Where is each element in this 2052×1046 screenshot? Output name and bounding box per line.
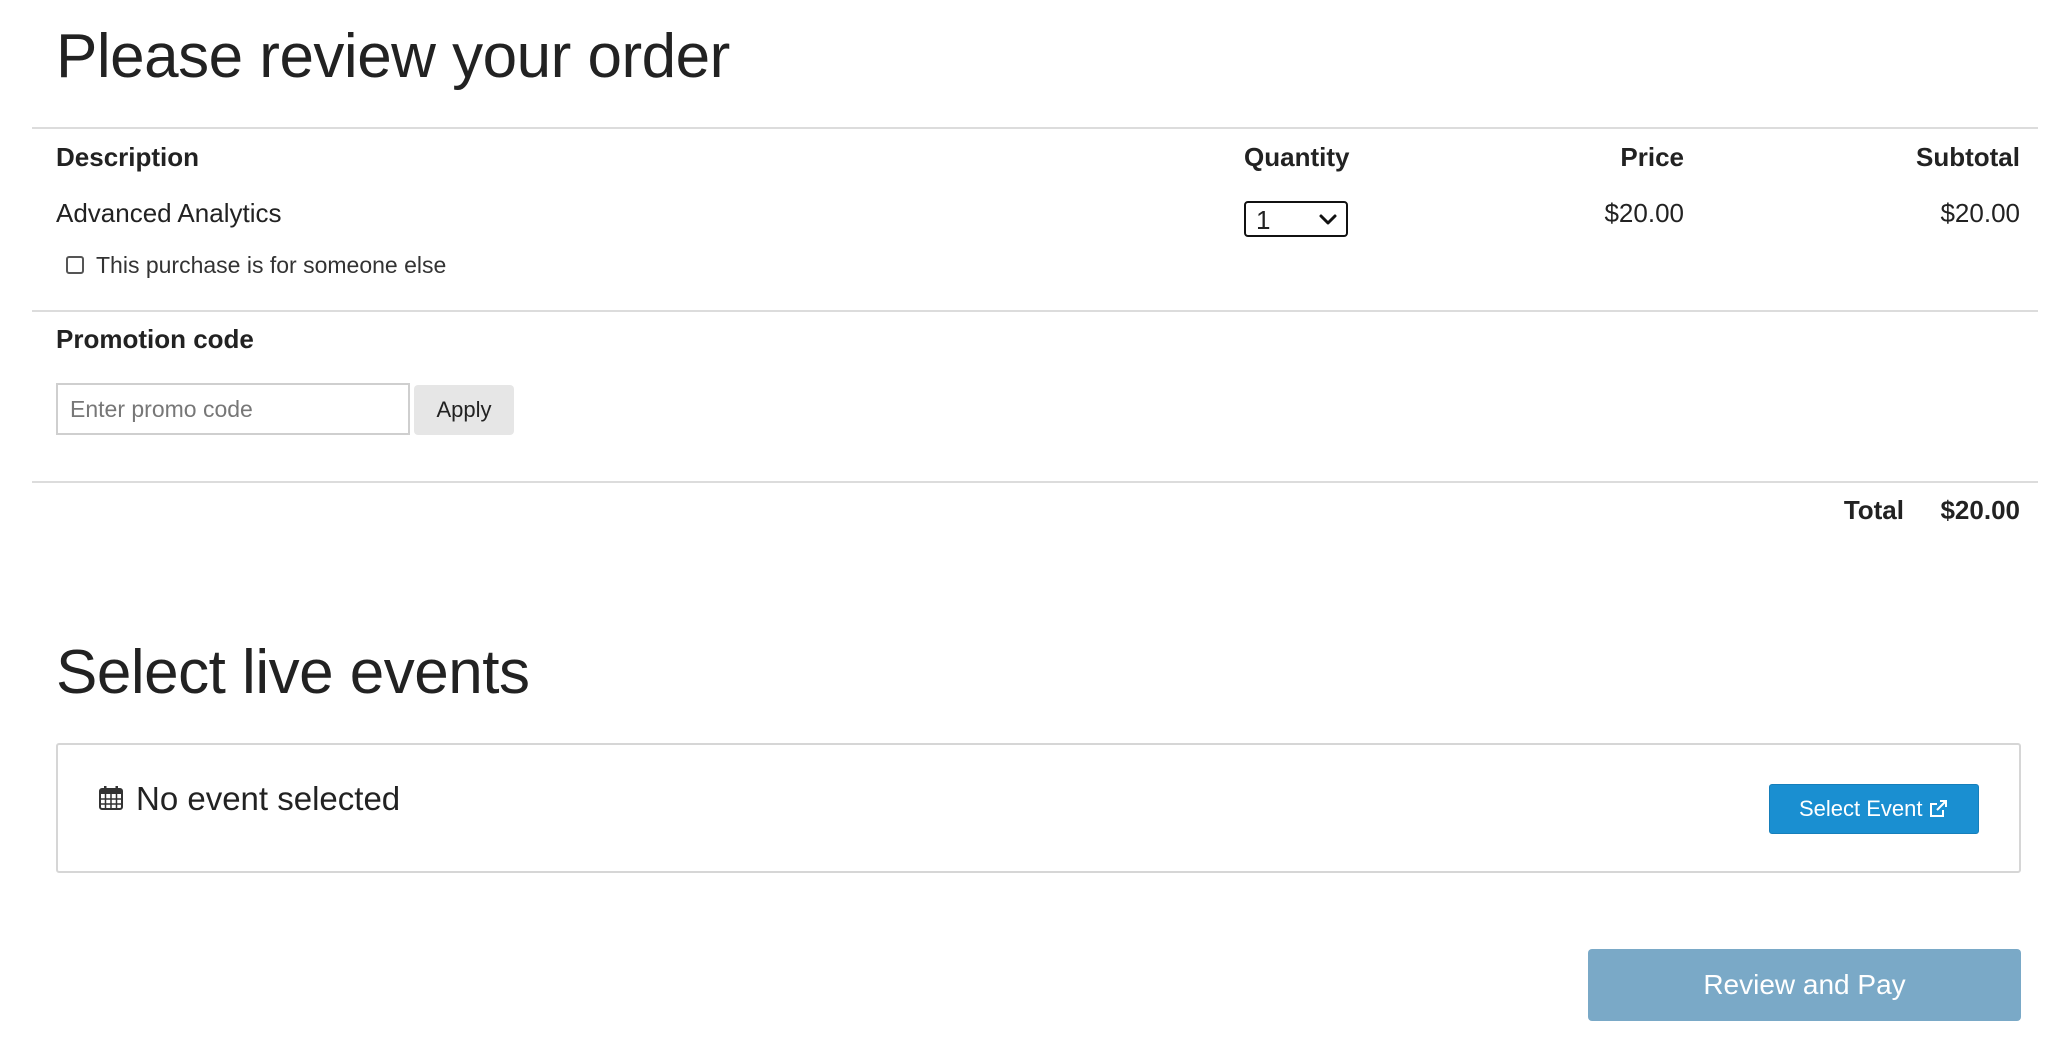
divider <box>32 481 2038 483</box>
total-label: Total <box>1843 495 1904 525</box>
events-section-title: Select live events <box>56 638 530 707</box>
calendar-icon <box>99 786 123 810</box>
chevron-down-icon <box>1319 214 1337 225</box>
item-description: Advanced Analytics <box>56 198 282 228</box>
total-value: $20.00 <box>1940 495 2020 525</box>
divider <box>32 127 2038 129</box>
page-title: Please review your order <box>56 22 730 91</box>
gift-purchase-checkbox[interactable] <box>66 256 84 274</box>
promo-code-label: Promotion code <box>56 324 254 354</box>
column-header-subtotal: Subtotal <box>1916 142 2020 172</box>
promo-code-input[interactable] <box>56 383 410 435</box>
gift-purchase-label[interactable]: This purchase is for someone else <box>96 250 446 280</box>
external-link-icon <box>1930 800 1947 817</box>
select-event-button[interactable]: Select Event <box>1769 784 1979 834</box>
event-selection-panel: No event selected Select Event <box>56 743 2021 873</box>
apply-promo-button[interactable]: Apply <box>414 385 514 435</box>
no-event-selected-text: No event selected <box>136 780 401 817</box>
column-header-price: Price <box>1620 142 1684 172</box>
item-subtotal: $20.00 <box>1940 198 2020 228</box>
divider <box>32 310 2038 312</box>
item-price: $20.00 <box>1604 198 1684 228</box>
review-and-pay-button[interactable]: Review and Pay <box>1588 949 2021 1021</box>
quantity-select[interactable]: 1 <box>1244 201 1348 237</box>
column-header-quantity: Quantity <box>1244 142 1350 172</box>
order-review-page: Please review your order Description Qua… <box>0 0 2052 1046</box>
quantity-value: 1 <box>1256 205 1271 235</box>
select-event-label: Select Event <box>1799 796 1923 821</box>
column-header-description: Description <box>56 142 200 172</box>
